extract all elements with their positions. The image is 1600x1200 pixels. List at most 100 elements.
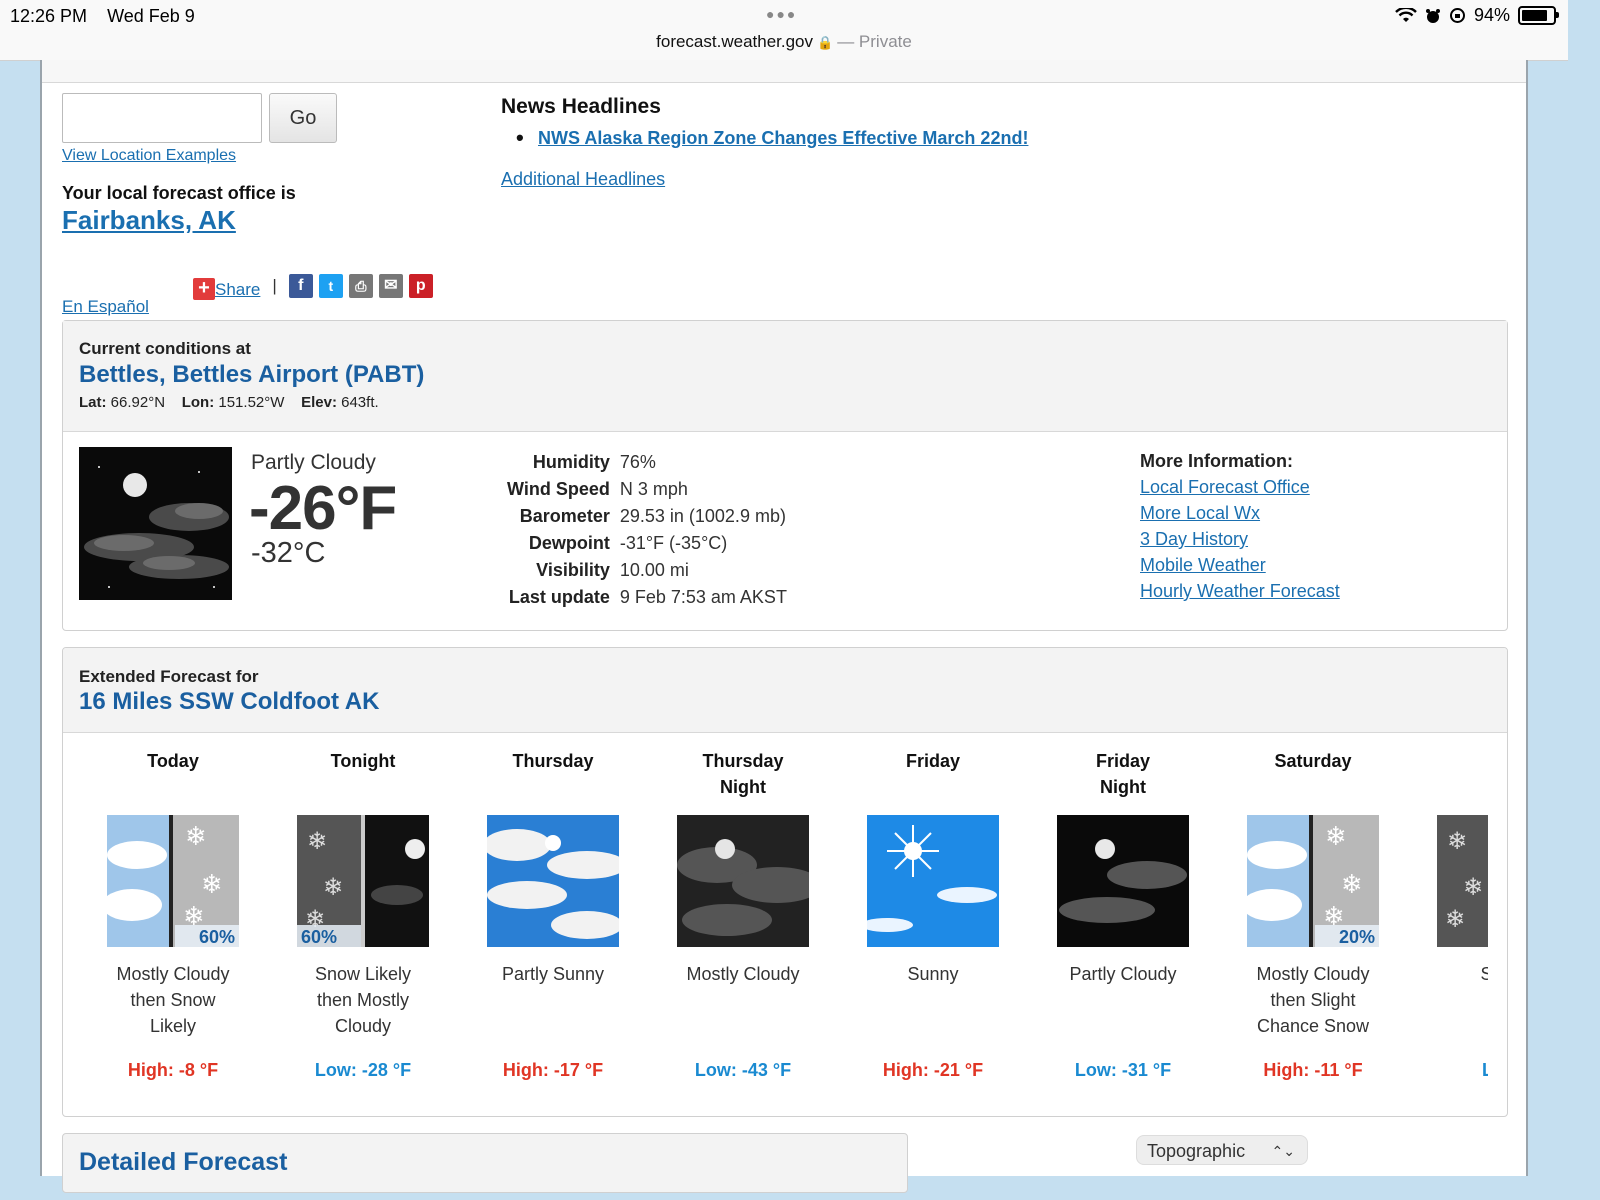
status-time: 12:26 PM bbox=[10, 6, 88, 26]
divider: | bbox=[272, 276, 277, 295]
twitter-icon[interactable]: t bbox=[318, 274, 343, 298]
detail-row: Visibility 10.00 mi bbox=[503, 557, 791, 584]
share-button[interactable]: + Share bbox=[193, 272, 260, 300]
sunny-icon bbox=[867, 815, 999, 947]
svg-text:❄: ❄ bbox=[323, 873, 343, 901]
period-name: SatN bbox=[1408, 748, 1488, 800]
local-forecast-office-link[interactable]: Local Forecast Office bbox=[1140, 476, 1340, 498]
page-top-strip bbox=[42, 60, 1526, 83]
detail-value: 10.00 mi bbox=[619, 560, 689, 580]
detail-label: Humidity bbox=[532, 452, 610, 472]
detail-label: Visibility bbox=[536, 560, 610, 580]
period-temperature: Low: bbox=[1408, 1060, 1488, 1081]
share-link[interactable]: Share bbox=[215, 280, 260, 300]
detail-value: 76% bbox=[619, 452, 656, 472]
svg-text:60%: 60% bbox=[199, 927, 235, 947]
browser-status-bar: 12:26 PM Wed Feb 9 ●●● forecast.weather.… bbox=[0, 0, 1568, 61]
period-temperature: High: -21 °F bbox=[882, 1060, 984, 1080]
period-name: Friday bbox=[905, 751, 961, 771]
detail-value: 29.53 in (1002.9 mb) bbox=[619, 506, 786, 526]
svg-text:❄: ❄ bbox=[307, 827, 327, 855]
local-office-link[interactable]: Fairbanks, AK bbox=[62, 205, 236, 236]
period-name: Saturday bbox=[1274, 751, 1352, 771]
svg-text:❄: ❄ bbox=[1325, 822, 1347, 852]
period-name: Thursday bbox=[512, 751, 594, 771]
period-temperature: High: -8 °F bbox=[127, 1060, 219, 1080]
detail-row: Dewpoint -31°F (-35°C) bbox=[503, 530, 791, 557]
mobile-weather-link[interactable]: Mobile Weather bbox=[1140, 554, 1340, 576]
svg-text:❄: ❄ bbox=[1445, 905, 1465, 933]
cloudy-snow-icon: ❄❄❄60% bbox=[107, 815, 239, 947]
period-temperature: High: -17 °F bbox=[502, 1060, 604, 1080]
detail-value: N 3 mph bbox=[619, 479, 688, 499]
additional-headlines-link[interactable]: Additional Headlines bbox=[501, 169, 665, 190]
status-icons: 94% bbox=[1395, 5, 1559, 26]
map-type-select[interactable]: Topographic ⌃⌄ bbox=[1136, 1135, 1308, 1165]
status-time-date: 12:26 PM Wed Feb 9 bbox=[10, 6, 195, 27]
detail-label: Wind Speed bbox=[507, 479, 610, 499]
svg-text:❄: ❄ bbox=[1341, 870, 1363, 900]
period-description: Mostly Cloudy bbox=[686, 964, 800, 984]
detail-row: Barometer 29.53 in (1002.9 mb) bbox=[503, 503, 791, 530]
snow-night-icon: ❄❄❄ 60% bbox=[297, 815, 429, 947]
partly-cloudy-night-icon bbox=[79, 447, 232, 600]
wifi-icon bbox=[1395, 7, 1417, 22]
svg-text:❄: ❄ bbox=[201, 870, 223, 900]
more-dots-icon[interactable]: ●●● bbox=[766, 6, 797, 22]
station-name-link[interactable]: Bettles, Bettles Airport (PABT) bbox=[79, 361, 424, 389]
period-description: Partly Sunny bbox=[501, 964, 605, 984]
web-page: Go View Location Examples Your local for… bbox=[40, 60, 1528, 1193]
detail-label: Last update bbox=[508, 587, 610, 607]
period-temperature: High: -11 °F bbox=[1263, 1060, 1363, 1080]
detailed-forecast-title: Detailed Forecast bbox=[79, 1148, 288, 1176]
period-temperature: Low: -43 °F bbox=[694, 1060, 792, 1080]
news-headline-link[interactable]: NWS Alaska Region Zone Changes Effective… bbox=[516, 125, 1028, 151]
view-location-examples-link[interactable]: View Location Examples bbox=[62, 147, 236, 165]
svg-text:❄: ❄ bbox=[185, 822, 207, 852]
current-temp-f: -26°F bbox=[249, 474, 397, 543]
detail-row: Last update 9 Feb 7:53 am AKST bbox=[503, 584, 791, 611]
map-type-value: Topographic bbox=[1147, 1141, 1246, 1161]
forecast-location: 16 Miles SSW Coldfoot AK bbox=[79, 688, 380, 715]
svg-text:❄: ❄ bbox=[1447, 827, 1467, 855]
print-icon[interactable]: ⎙ bbox=[348, 274, 373, 298]
svg-text:20%: 20% bbox=[1339, 927, 1375, 947]
address-bar[interactable]: forecast.weather.gov 🔒 — Private bbox=[0, 32, 1568, 52]
period-description: SlightSı bbox=[1408, 961, 1488, 1013]
svg-text:60%: 60% bbox=[301, 927, 337, 947]
cloudy-snow-icon: ❄❄❄20% bbox=[1247, 815, 1379, 947]
detail-value: -31°F (-35°C) bbox=[619, 533, 728, 553]
email-icon[interactable]: ✉ bbox=[378, 274, 403, 298]
extended-forecast-header: Extended Forecast for 16 Miles SSW Coldf… bbox=[63, 648, 1507, 733]
pinterest-icon[interactable]: p bbox=[408, 274, 433, 298]
period-name: Friday Night bbox=[1095, 751, 1151, 797]
rotation-lock-icon bbox=[1449, 8, 1465, 23]
more-information-title: More Information: bbox=[1140, 451, 1293, 471]
forecast-period[interactable]: SatN ❄ ❄ ❄ SlightSı Low: bbox=[1408, 732, 1488, 1116]
location-search-input[interactable] bbox=[62, 93, 262, 143]
news-headlines-title: News Headlines bbox=[501, 95, 661, 118]
detail-label: Barometer bbox=[519, 506, 610, 526]
current-details-table: Humidity 76% Wind Speed N 3 mph Barometer 29.… bbox=[503, 449, 791, 611]
chevron-up-down-icon: ⌃⌄ bbox=[1271, 1143, 1295, 1159]
detail-row: Humidity 76% bbox=[503, 449, 791, 476]
more-information: More Information: Local Forecast Office … bbox=[1140, 451, 1340, 606]
period-description: Mostly Cloudy then Snow Likely bbox=[116, 964, 230, 1036]
go-button[interactable]: Go bbox=[269, 93, 337, 143]
current-temp-c: -32°C bbox=[251, 537, 326, 569]
more-local-wx-link[interactable]: More Local Wx bbox=[1140, 502, 1340, 524]
period-temperature: Low: -28 °F bbox=[314, 1060, 412, 1080]
detail-row: Wind Speed N 3 mph bbox=[503, 476, 791, 503]
period-temperature: Low: -31 °F bbox=[1074, 1060, 1172, 1080]
snow-night-icon: ❄ ❄ ❄ bbox=[1437, 815, 1488, 947]
partly-cloudy-night-icon bbox=[1057, 815, 1189, 947]
alarm-icon bbox=[1425, 8, 1440, 23]
share-bar: + Share | f t ⎙ ✉ p bbox=[193, 272, 433, 300]
detailed-forecast-panel: Detailed Forecast bbox=[62, 1133, 908, 1193]
facebook-icon[interactable]: f bbox=[288, 274, 313, 298]
three-day-history-link[interactable]: 3 Day History bbox=[1140, 528, 1340, 550]
en-espanol-link[interactable]: En Español bbox=[62, 297, 149, 317]
battery-percent: 94% bbox=[1473, 5, 1510, 25]
detail-value: 9 Feb 7:53 am AKST bbox=[619, 587, 787, 607]
hourly-forecast-link[interactable]: Hourly Weather Forecast bbox=[1140, 580, 1340, 602]
